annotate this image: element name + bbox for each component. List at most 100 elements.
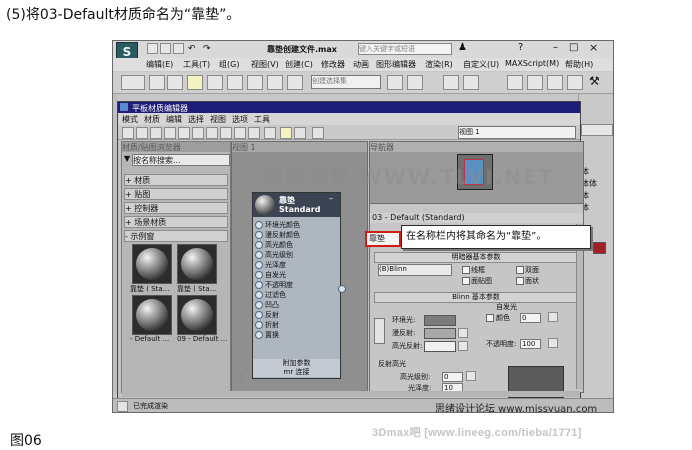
hide-unused-icon[interactable] [192,127,204,139]
sme-menu-edit[interactable]: 编辑 [166,114,182,125]
faceted-checkbox[interactable] [516,277,524,285]
menu-help[interactable]: 帮助(H) [565,59,593,70]
node-slot[interactable]: 自发光 [253,270,340,279]
group-controllers[interactable]: + 控制器 [124,202,228,214]
align-icon[interactable] [407,75,423,90]
browser-toggle-icon[interactable] [312,127,324,139]
command-panel-row[interactable]: 体体 [581,178,611,188]
specular-map-button[interactable] [458,341,468,351]
maximize-icon[interactable]: □ [569,42,578,53]
navigator-toggle-icon[interactable] [294,127,306,139]
slot-socket-icon[interactable] [255,331,263,339]
slot-socket-icon[interactable] [255,241,263,249]
sample-slot[interactable] [132,244,172,284]
slot-socket-icon[interactable] [255,231,263,239]
undo-icon[interactable]: ↶ [188,44,196,54]
node-mr-connection[interactable]: mr 连接 [253,368,340,377]
layer-icon[interactable] [443,75,459,90]
self-illum-value[interactable]: 0 [520,313,541,323]
collapse-icon[interactable]: – [329,194,333,203]
node-slot[interactable]: 漫反射颜色 [253,230,340,239]
layout-children-icon[interactable] [248,127,260,139]
sme-menu-select[interactable]: 选择 [188,114,204,125]
scale-icon[interactable] [247,75,263,90]
selection-set-dropdown[interactable]: 创建选择集 [311,75,381,89]
node-slot[interactable]: 折射 [253,320,340,329]
command-panel-row[interactable]: 体 [581,190,611,200]
move-children-icon[interactable] [178,127,190,139]
rotate-icon[interactable] [227,75,243,90]
menu-tools[interactable]: 工具(T) [183,59,210,70]
material-editor-icon[interactable] [507,75,523,90]
sme-menu-tools[interactable]: 工具 [254,114,270,125]
sample-slot[interactable] [177,244,217,284]
select-link-icon[interactable] [149,75,165,90]
select-object-icon[interactable] [187,75,203,90]
opacity-map-button[interactable] [548,338,558,348]
curve-editor-icon[interactable] [463,75,479,90]
close-icon[interactable]: × [589,41,598,54]
slot-socket-icon[interactable] [255,261,263,269]
slot-socket-icon[interactable] [255,281,263,289]
wireframe-checkbox[interactable] [462,266,470,274]
open-file-icon[interactable] [160,43,171,54]
material-node[interactable]: 靠垫 Standard – 环境光颜色 漫反射颜色 高光颜色 高光级别 光泽度 … [252,192,346,379]
group-maps[interactable]: + 贴图 [124,188,228,200]
node-extra-params[interactable]: 附加参数 [253,359,340,368]
node-slot[interactable]: 置换 [253,330,340,339]
parameter-editor-icon[interactable] [264,127,276,139]
slot-socket-icon[interactable] [255,291,263,299]
node-slot[interactable]: 凹凸 [253,300,340,309]
node-slot[interactable]: 不透明度 [253,280,340,289]
slot-socket-icon[interactable] [255,321,263,329]
node-slot[interactable]: 光泽度 [253,260,340,269]
shader-dropdown[interactable]: (B)Blinn [378,264,452,276]
save-file-icon[interactable] [173,43,184,54]
menu-maxscript[interactable]: MAXScript(M) [505,59,559,68]
menu-group[interactable]: 组(G) [219,59,239,70]
sample-slot[interactable] [177,295,217,335]
slot-socket-icon[interactable] [255,271,263,279]
browser-options-icon[interactable]: ▼ [124,154,130,163]
menu-modifiers[interactable]: 修改器 [321,59,345,70]
render-frame-icon[interactable] [547,75,563,90]
view-dropdown[interactable]: 视图 1 [458,126,576,139]
menu-animation[interactable]: 动画 [353,59,369,70]
menu-edit[interactable]: 编辑(E) [146,59,173,70]
new-file-icon[interactable] [147,43,158,54]
redo-icon[interactable]: ↷ [203,44,211,54]
render-icon[interactable] [567,75,583,90]
menu-rendering[interactable]: 渲染(R) [425,59,453,70]
command-panel-row[interactable]: 体 [581,202,611,212]
group-scene-materials[interactable]: + 场景材质 [124,216,228,228]
view-tab[interactable]: 视图 1 [232,142,367,152]
node-slot[interactable]: 反射 [253,310,340,319]
sme-menu-view[interactable]: 视图 [210,114,226,125]
group-sample-slots[interactable]: - 示例窗 [124,230,228,242]
menu-views[interactable]: 视图(V) [251,59,279,70]
pick-material-icon[interactable] [136,127,148,139]
sme-menu-material[interactable]: 材质 [144,114,160,125]
menu-customize[interactable]: 自定义(U) [463,59,499,70]
node-slot[interactable]: 高光颜色 [253,240,340,249]
self-illum-map-button[interactable] [548,312,558,322]
help-icon[interactable]: ? [518,42,523,53]
angle-snap-icon[interactable] [287,75,303,90]
assign-material-icon[interactable] [150,127,162,139]
ambient-color-swatch[interactable] [424,315,456,326]
slot-socket-icon[interactable] [255,311,263,319]
slot-socket-icon[interactable] [255,221,263,229]
select-tool-icon[interactable] [122,127,134,139]
face-map-checkbox[interactable] [462,277,470,285]
group-materials[interactable]: + 材质 [124,174,228,186]
browser-search-input[interactable]: 按名称搜索... [132,154,230,166]
hammer-icon[interactable]: ⚒ [589,74,600,88]
two-sided-checkbox[interactable] [516,266,524,274]
select-by-material-icon[interactable] [280,127,292,139]
search-input[interactable]: 键入关键字或短语 [358,43,452,55]
specular-color-swatch[interactable] [424,341,456,352]
node-slot[interactable]: 高光级别 [253,250,340,259]
node-slot[interactable]: 过滤色 [253,290,340,299]
minimize-icon[interactable]: – [553,42,558,53]
object-color-swatch[interactable] [593,242,606,254]
